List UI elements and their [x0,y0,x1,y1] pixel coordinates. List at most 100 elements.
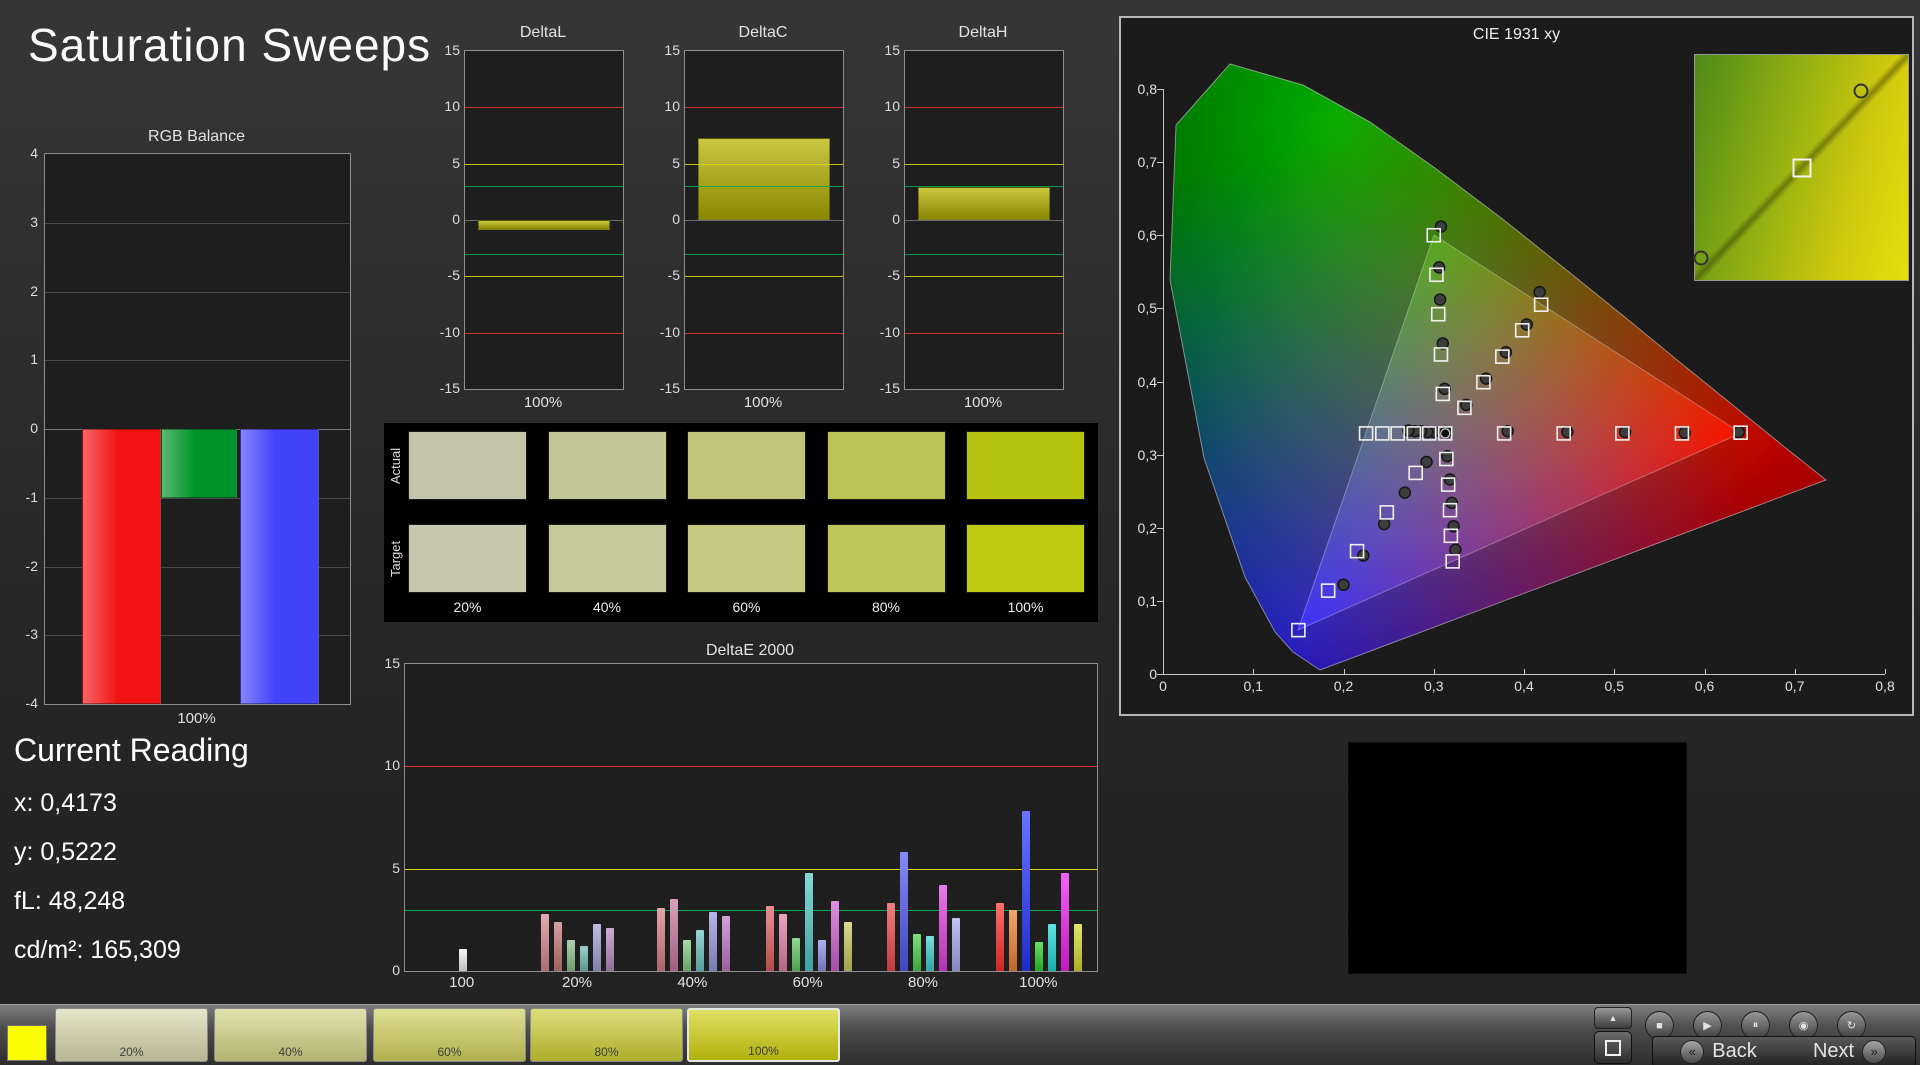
cie-x-tick: 0,5 [1604,678,1624,694]
deltae-bar [952,917,961,971]
rgb-bar-red [81,429,161,704]
bottom-swatch-80%[interactable]: 80% [530,1008,683,1062]
axis-tick-label: 0 [672,211,680,227]
delta-c-plot [684,50,844,390]
record-icon: ◉ [1798,1020,1809,1032]
axis-tick-label: -5 [887,267,900,284]
up-arrow-icon: ▲ [1608,1013,1618,1023]
app-window: Saturation Sweeps RGB Balance 4 3 2 1 0 -1 -2-… [0,0,1920,1065]
bottom-swatch-60%[interactable]: 60% [373,1008,526,1062]
deltae-x-label: 100 [449,974,475,991]
axis-tick-label: 15 [384,655,400,671]
rgb-balance-title: RGB Balance [148,128,245,145]
cie-measured-point [1433,293,1447,306]
deltae-x-label: 20% [561,974,593,991]
deltae-group [751,664,866,971]
axis-tick-label: 10 [884,98,900,115]
deltae-bar [656,907,665,971]
current-reading-block: Current Reading x: 0,4173 y: 0,5222 fL: … [14,732,249,965]
cie-x-tick: 0,1 [1243,678,1263,694]
inset-circle-marker [1853,83,1869,99]
deltae-bar [913,934,922,971]
swatch-actual-40% [547,431,667,500]
reading-fl: fL: 48,248 [14,887,126,915]
cie-y-tick: 0 [1149,666,1157,682]
ref-line [685,107,843,109]
axis-tick-label: 5 [672,154,680,171]
axis-tick-label: 1 [30,351,38,368]
cie-measured-point [1337,578,1350,592]
bottom-swatch-label: 40% [278,1045,303,1059]
rgb-balance-plot [44,153,351,705]
swatch-column-label: 20% [453,599,482,615]
deltae-bar [791,938,800,971]
cie-x-tick: 0,7 [1785,678,1805,694]
deltae-bar [939,885,948,971]
ref-line [465,332,623,334]
cie-tick-mark [1433,669,1435,674]
ref-line [465,186,623,188]
cie-measured-point [1443,473,1457,486]
pattern-preview-window [1348,742,1687,974]
cie-y-axis-line [1163,89,1164,674]
cie-x-tick: 0,3 [1424,678,1444,694]
deltae-bar [996,903,1005,971]
navigation-strip: « Back Next » [1652,1036,1916,1065]
bottom-swatch-100%[interactable]: 100% [687,1008,840,1062]
delta-l-y-axis: 15 10 5 0 -5 -10 -15 [434,42,460,396]
delta-c-chart: DeltaC 15 10 5 0 -5 -10 -15 100% [652,22,848,412]
delta-e-2000-chart: DeltaE 2000 15 10 5 0 100 20% 40% 60% 80% 100% [374,642,1114,1007]
cie-tick-mark [1157,381,1163,383]
cie-y-tick: 0,3 [1137,446,1157,463]
axis-tick-label: -3 [25,626,38,643]
deltae-group [636,664,751,971]
axis-tick-label: 0 [392,962,400,978]
page-title: Saturation Sweeps [28,19,432,71]
ref-line [465,163,623,165]
deltae-bar [682,940,691,971]
deltae-group [405,664,520,971]
delta-h-x-label: 100% [963,394,1003,411]
back-button[interactable]: « Back [1653,1037,1784,1065]
deltae-bar [900,852,909,971]
axis-tick-label: 5 [452,154,460,171]
bottom-swatch-20%[interactable]: 20% [55,1008,208,1062]
bottom-swatch-40%[interactable]: 40% [214,1008,367,1062]
delta-h-y-axis: 15 10 5 0 -5 -10 -15 [874,42,900,396]
deltae-bar [887,903,896,971]
deltae-bar [593,923,602,971]
delta-bar [697,137,831,220]
cie-tick-mark [1253,669,1255,674]
axis-tick-label: 0 [30,420,38,436]
zero-line [905,220,1063,221]
cie-current-point [1440,428,1451,439]
swatch-actual-20% [408,431,527,500]
axis-tick-label: 15 [664,42,680,58]
cie-y-tick: 0,8 [1137,81,1157,97]
cie-tick-mark [1157,308,1163,310]
bottom-toolbar: ▲ ■ ▶ ⏸ ◉ ↻ « Back Next » 20% 40% 60% 80… [0,1004,1920,1065]
deltae-bar [778,913,787,971]
next-button[interactable]: Next » [1784,1037,1915,1065]
pattern-window-button[interactable] [1594,1031,1632,1064]
inset-circle-marker [1693,250,1709,265]
bottom-swatch-label: 60% [437,1045,462,1059]
cie-tick-mark [1343,669,1345,674]
play-icon: ▶ [1703,1020,1712,1032]
swatch-row-label-target: Target [388,540,403,577]
deltae-bar [606,928,615,971]
swatch-target-100% [966,524,1085,593]
deltae-group [982,664,1097,971]
cie-measured-point [1449,543,1462,556]
cie-tick-mark [1614,669,1616,674]
scroll-up-button[interactable]: ▲ [1594,1007,1632,1029]
deltae-bar [817,940,826,971]
axis-tick-label: 5 [892,154,900,171]
deltae-bar [843,921,852,971]
axis-tick-label: 15 [444,42,460,58]
current-reading-title: Current Reading [14,732,249,768]
delta-c-y-axis: 15 10 5 0 -5 -10 -15 [654,42,680,396]
axis-tick-label: -10 [659,323,680,340]
swatch-actual-100% [966,431,1085,500]
axis-tick-label: -4 [25,695,38,711]
